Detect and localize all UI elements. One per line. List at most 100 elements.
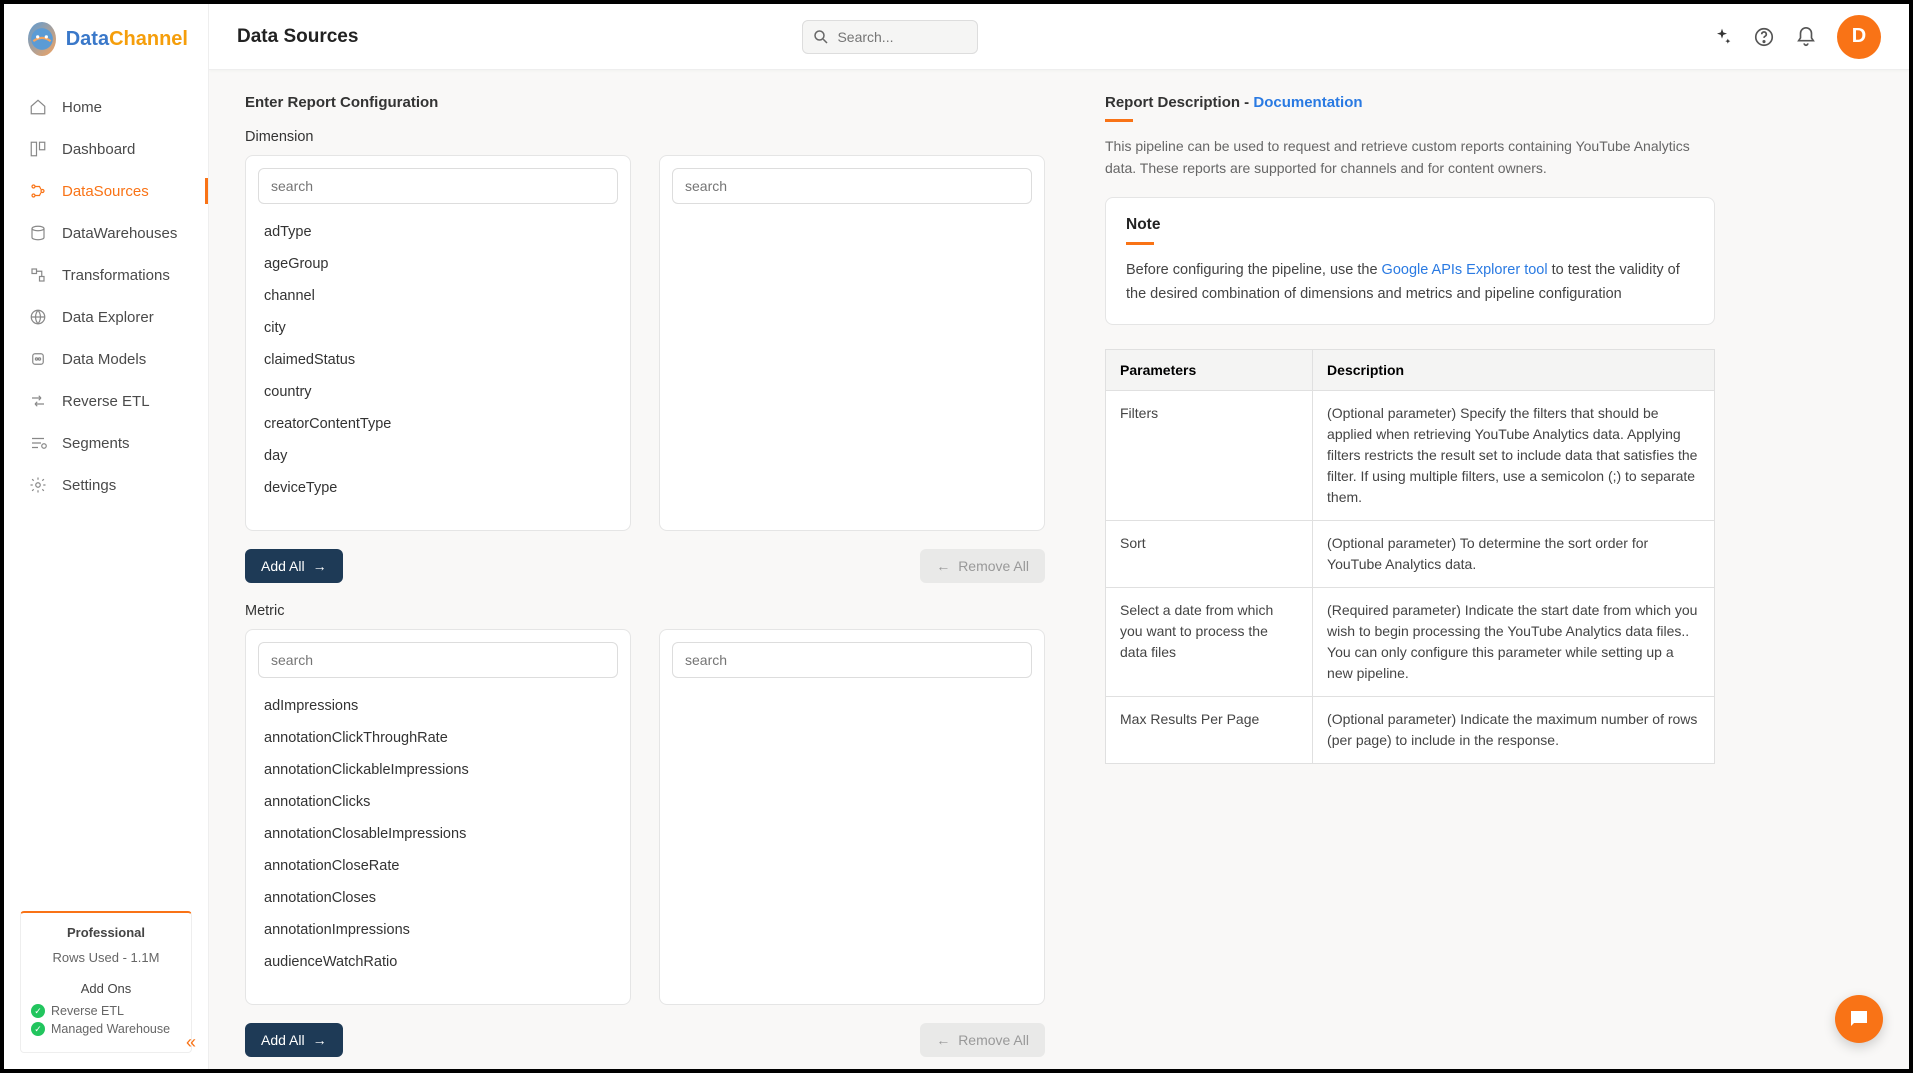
check-icon: ✓ <box>31 1004 45 1018</box>
list-item[interactable]: annotationClickThroughRate <box>260 722 616 754</box>
sidebar-item-label: Settings <box>62 477 116 494</box>
segments-icon <box>28 433 48 453</box>
chat-fab-button[interactable] <box>1835 995 1883 1043</box>
list-item[interactable]: annotationClickableImpressions <box>260 754 616 786</box>
sidebar-item-label: DataWarehouses <box>62 225 177 242</box>
list-item[interactable]: annotationCloseRate <box>260 850 616 882</box>
list-item[interactable]: ageGroup <box>260 248 616 280</box>
sidebar-item-label: Reverse ETL <box>62 393 150 410</box>
list-item[interactable]: creatorContentType <box>260 408 616 440</box>
explorer-icon <box>28 307 48 327</box>
metric-available-list: adImpressionsannotationClickThroughRatea… <box>245 629 631 1005</box>
section-title: Enter Report Configuration <box>245 94 1045 111</box>
list-item[interactable]: annotationClicks <box>260 786 616 818</box>
help-icon[interactable] <box>1753 26 1775 48</box>
sidebar-item-datawarehouses[interactable]: DataWarehouses <box>4 212 208 254</box>
sidebar-item-reverseetl[interactable]: Reverse ETL <box>4 380 208 422</box>
list-item[interactable]: city <box>260 312 616 344</box>
param-name: Max Results Per Page <box>1106 696 1313 763</box>
list-item[interactable]: annotationCloses <box>260 882 616 914</box>
list-item[interactable]: channel <box>260 280 616 312</box>
plan-addons-title: Add Ons <box>31 981 181 996</box>
sidebar-item-label: DataSources <box>62 183 149 200</box>
sidebar: DataChannel Home Dashboard DataSources D… <box>4 4 209 1069</box>
collapse-sidebar-button[interactable]: « <box>186 1032 196 1053</box>
arrow-left-icon: ← <box>936 1032 950 1048</box>
param-desc: (Optional parameter) Specify the filters… <box>1313 390 1715 520</box>
brand-text: DataChannel <box>66 28 188 51</box>
check-icon: ✓ <box>31 1022 45 1036</box>
metric-selected-list <box>659 629 1045 1005</box>
param-desc: (Optional parameter) To determine the so… <box>1313 520 1715 587</box>
remove-all-dimensions-button[interactable]: ← Remove All <box>920 549 1045 583</box>
dimension-selected-search-input[interactable] <box>672 168 1032 204</box>
sidebar-item-label: Data Explorer <box>62 309 154 326</box>
sidebar-item-datamodels[interactable]: Data Models <box>4 338 208 380</box>
sidebar-item-datasources[interactable]: DataSources <box>4 170 208 212</box>
param-name: Sort <box>1106 520 1313 587</box>
sidebar-item-transformations[interactable]: Transformations <box>4 254 208 296</box>
metric-search-input[interactable] <box>258 642 618 678</box>
list-item[interactable]: deviceType <box>260 472 616 504</box>
bell-icon[interactable] <box>1795 26 1817 48</box>
list-item[interactable]: adType <box>260 216 616 248</box>
sparkle-icon[interactable] <box>1711 26 1733 48</box>
addon-item: ✓ Managed Warehouse <box>31 1022 181 1036</box>
button-label: Add All <box>261 1032 305 1048</box>
accent-underline <box>1105 119 1133 122</box>
dimension-search-input[interactable] <box>258 168 618 204</box>
search-icon <box>812 28 830 51</box>
list-item[interactable]: audienceWatchRatio <box>260 946 616 978</box>
note-title: Note <box>1126 216 1694 234</box>
sidebar-item-label: Data Models <box>62 351 146 368</box>
sidebar-item-settings[interactable]: Settings <box>4 464 208 506</box>
sidebar-item-label: Home <box>62 99 102 116</box>
list-item[interactable]: annotationClosableImpressions <box>260 818 616 850</box>
warehouse-icon <box>28 223 48 243</box>
logo-icon <box>28 22 56 56</box>
add-all-metrics-button[interactable]: Add All → <box>245 1023 343 1057</box>
addon-label: Managed Warehouse <box>51 1022 170 1036</box>
dimension-available-list: adTypeageGroupchannelcityclaimedStatusco… <box>245 155 631 531</box>
addon-label: Reverse ETL <box>51 1004 124 1018</box>
remove-all-metrics-button[interactable]: ← Remove All <box>920 1023 1045 1057</box>
list-item[interactable]: annotationImpressions <box>260 914 616 946</box>
logo[interactable]: DataChannel <box>4 4 208 76</box>
table-row: Select a date from which you want to pro… <box>1106 587 1715 696</box>
param-desc: (Optional parameter) Indicate the maximu… <box>1313 696 1715 763</box>
plan-rows-used: Rows Used - 1.1M <box>31 950 181 965</box>
gear-icon <box>28 475 48 495</box>
sidebar-item-label: Transformations <box>62 267 170 284</box>
user-avatar[interactable]: D <box>1837 15 1881 59</box>
list-item[interactable]: day <box>260 440 616 472</box>
table-header-param: Parameters <box>1106 349 1313 390</box>
plan-title: Professional <box>31 925 181 940</box>
google-apis-explorer-link[interactable]: Google APIs Explorer tool <box>1382 262 1548 278</box>
table-header-desc: Description <box>1313 349 1715 390</box>
list-item[interactable]: country <box>260 376 616 408</box>
param-name: Select a date from which you want to pro… <box>1106 587 1313 696</box>
page-title: Data Sources <box>237 26 358 48</box>
sidebar-item-home[interactable]: Home <box>4 86 208 128</box>
arrow-left-icon: ← <box>936 558 950 574</box>
home-icon <box>28 97 48 117</box>
param-desc: (Required parameter) Indicate the start … <box>1313 587 1715 696</box>
list-item[interactable]: adImpressions <box>260 690 616 722</box>
reverse-etl-icon <box>28 391 48 411</box>
sidebar-item-dashboard[interactable]: Dashboard <box>4 128 208 170</box>
sidebar-item-segments[interactable]: Segments <box>4 422 208 464</box>
addon-item: ✓ Reverse ETL <box>31 1004 181 1018</box>
dashboard-icon <box>28 139 48 159</box>
sidebar-item-dataexplorer[interactable]: Data Explorer <box>4 296 208 338</box>
list-item[interactable]: claimedStatus <box>260 344 616 376</box>
add-all-dimensions-button[interactable]: Add All → <box>245 549 343 583</box>
documentation-link[interactable]: Documentation <box>1253 94 1362 111</box>
topbar: Data Sources D <box>209 4 1909 70</box>
table-row: Filters(Optional parameter) Specify the … <box>1106 390 1715 520</box>
note-box: Note Before configuring the pipeline, us… <box>1105 197 1715 324</box>
parameters-table: Parameters Description Filters(Optional … <box>1105 349 1715 764</box>
models-icon <box>28 349 48 369</box>
metric-label: Metric <box>245 603 1045 619</box>
plan-card: Professional Rows Used - 1.1M Add Ons ✓ … <box>20 911 192 1053</box>
metric-selected-search-input[interactable] <box>672 642 1032 678</box>
